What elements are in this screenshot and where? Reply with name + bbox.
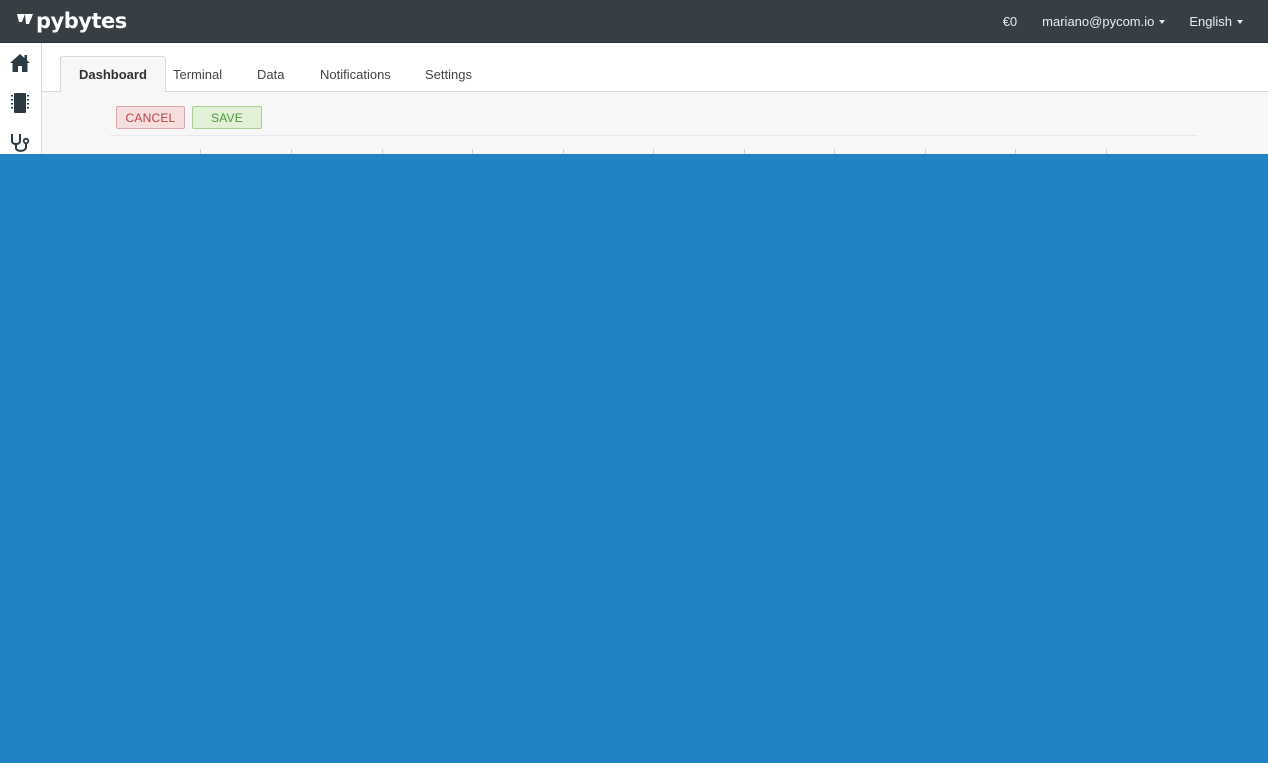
- language-menu[interactable]: English: [1177, 0, 1268, 43]
- loading-overlay: [0, 154, 1268, 763]
- pybytes-logo[interactable]: pybytes: [16, 9, 127, 33]
- device-icon: [11, 93, 29, 113]
- tab-terminal[interactable]: Terminal: [155, 56, 240, 92]
- main-content: Dashboard Terminal Data Notifications Se…: [42, 43, 1268, 154]
- tab-settings[interactable]: Settings: [407, 56, 490, 92]
- user-email: mariano@pycom.io: [1042, 14, 1155, 29]
- sidebar: [0, 43, 42, 154]
- toolbar-divider: [110, 135, 1197, 136]
- chevron-down-icon: [1237, 19, 1243, 24]
- top-nav-menu: €0 mariano@pycom.io English: [991, 0, 1268, 43]
- home-icon: [10, 54, 30, 72]
- stethoscope-icon: [11, 134, 30, 152]
- top-navbar: pybytes €0 mariano@pycom.io English: [0, 0, 1268, 43]
- user-menu[interactable]: mariano@pycom.io: [1030, 0, 1177, 43]
- brand-name: pybytes: [36, 9, 127, 33]
- save-button[interactable]: SAVE: [192, 106, 262, 129]
- sidebar-item-home[interactable]: [8, 51, 32, 75]
- sidebar-item-diagnostics[interactable]: [8, 131, 32, 155]
- sidebar-item-devices[interactable]: [8, 91, 32, 115]
- credit-balance[interactable]: €0: [991, 0, 1030, 43]
- cancel-button[interactable]: CANCEL: [116, 106, 185, 129]
- tab-dashboard[interactable]: Dashboard: [60, 56, 166, 93]
- pybytes-logo-icon: [17, 14, 33, 24]
- chevron-down-icon: [1159, 19, 1166, 24]
- language-label: English: [1189, 14, 1232, 29]
- tab-data[interactable]: Data: [239, 56, 302, 92]
- tab-notifications[interactable]: Notifications: [302, 56, 409, 92]
- dashboard-toolbar: CANCEL SAVE: [42, 92, 1268, 154]
- device-tabs: Dashboard Terminal Data Notifications Se…: [42, 43, 1268, 93]
